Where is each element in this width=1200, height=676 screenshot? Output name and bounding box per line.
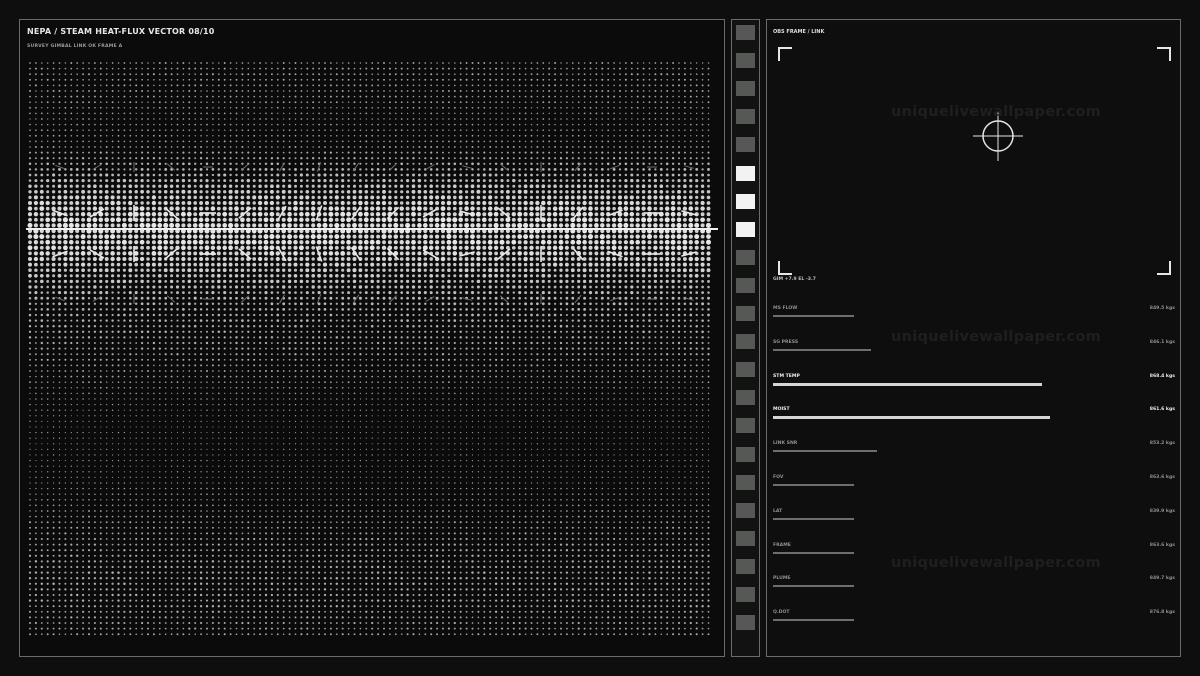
frame-cell[interactable] — [736, 25, 755, 40]
metric-label: STM TEMP — [773, 373, 800, 379]
metric-value: 868.4 kgs — [1149, 373, 1175, 379]
frame-cell[interactable] — [736, 137, 755, 153]
frame-cell[interactable] — [736, 390, 755, 406]
frame-cell[interactable] — [736, 446, 755, 462]
metric-row: LAT 839.9 kgs — [773, 509, 1175, 531]
frame-cell[interactable] — [736, 530, 755, 546]
metric-value: 863.6 kgs — [1149, 475, 1175, 480]
metric-level-bar — [773, 517, 854, 520]
metric-label: MS FLOW — [773, 306, 798, 311]
metric-row: SG PRESS 846.1 kgs — [773, 340, 1175, 362]
panel-title: NEPA / STEAM HEAT-FLUX VECTOR 08/10 — [27, 27, 215, 36]
metric-level-bar — [773, 348, 871, 351]
frame-corner-top-right — [1157, 47, 1171, 61]
metric-row: MS FLOW 849.5 kgs — [773, 306, 1175, 328]
metric-row: STM TEMP 868.4 kgs — [773, 374, 1175, 396]
frame-cell[interactable] — [736, 165, 755, 181]
frame-cell[interactable] — [736, 277, 755, 293]
metric-label: LAT — [773, 508, 783, 514]
metric-label: PLUME — [773, 576, 791, 582]
frame-cell[interactable] — [736, 502, 755, 518]
metric-level-bar — [773, 315, 854, 317]
heat-flux-panel: NEPA / STEAM HEAT-FLUX VECTOR 08/10 SURV… — [19, 19, 725, 657]
metric-value: 846.1 kgs — [1149, 339, 1175, 345]
frame-cell[interactable] — [736, 193, 755, 209]
metric-level-bar — [773, 585, 854, 588]
frame-cell[interactable] — [736, 306, 755, 321]
metric-label: MOIST — [773, 407, 790, 413]
metric-label: FRAME — [773, 542, 791, 548]
metric-level-bar — [773, 619, 854, 622]
metric-level-bar — [773, 484, 854, 486]
obs-frame-title: OBS FRAME / LINK — [773, 29, 825, 35]
metric-row: FOV 863.6 kgs — [773, 475, 1175, 497]
metric-value: 863.6 kgs — [1149, 542, 1175, 548]
frame-cell[interactable] — [736, 249, 755, 265]
metric-row: LINK SNR 853.2 kgs — [773, 441, 1175, 463]
metric-level-bar — [773, 551, 854, 554]
frame-cell[interactable] — [736, 615, 755, 631]
observation-panel: OBS FRAME / LINK GIM +7.9 EL -3.7 unique… — [766, 19, 1181, 657]
metric-row: PLUME 849.7 kgs — [773, 576, 1175, 598]
heat-flux-dot-field[interactable] — [20, 20, 724, 656]
metric-value: 876.8 kgs — [1149, 610, 1175, 616]
frame-cell[interactable] — [736, 558, 755, 574]
frame-corner-top-left — [778, 47, 792, 61]
frame-selector-strip — [731, 19, 760, 657]
metric-label: Q.DOT — [773, 610, 790, 616]
frame-cell[interactable] — [736, 81, 755, 97]
metric-label: LINK SNR — [773, 441, 798, 447]
metric-row: Q.DOT 876.8 kgs — [773, 610, 1175, 632]
frame-cell[interactable] — [736, 474, 755, 490]
frame-cell[interactable] — [736, 362, 755, 378]
frame-cell[interactable] — [736, 334, 755, 350]
panel-subtitle: SURVEY GIMBAL LINK OK FRAME A — [27, 44, 123, 49]
metric-label: SG PRESS — [773, 339, 799, 345]
metric-value: 853.2 kgs — [1149, 441, 1175, 447]
watermark: uniquelivewallpaper.com — [891, 104, 1102, 120]
frame-cell[interactable] — [736, 109, 755, 125]
frame-cell[interactable] — [736, 221, 755, 237]
metric-row: FRAME 863.6 kgs — [773, 543, 1175, 565]
metric-row: MOIST 861.6 kgs — [773, 407, 1175, 429]
frame-corner-bottom-right — [1157, 261, 1171, 275]
frame-corner-bottom-left — [778, 261, 792, 275]
metric-level-bar — [773, 416, 1050, 420]
metric-label: FOV — [773, 475, 784, 480]
frame-cell[interactable] — [736, 53, 755, 69]
metric-value: 861.6 kgs — [1149, 407, 1175, 413]
frame-cell[interactable] — [736, 418, 755, 434]
frame-cell[interactable] — [736, 587, 755, 602]
metric-value: 849.5 kgs — [1149, 306, 1175, 311]
metric-value: 839.9 kgs — [1149, 508, 1175, 514]
gimbal-readout: GIM +7.9 EL -3.7 — [773, 277, 816, 282]
metric-level-bar — [773, 382, 1042, 386]
metric-level-bar — [773, 450, 877, 453]
metric-value: 849.7 kgs — [1149, 576, 1175, 582]
